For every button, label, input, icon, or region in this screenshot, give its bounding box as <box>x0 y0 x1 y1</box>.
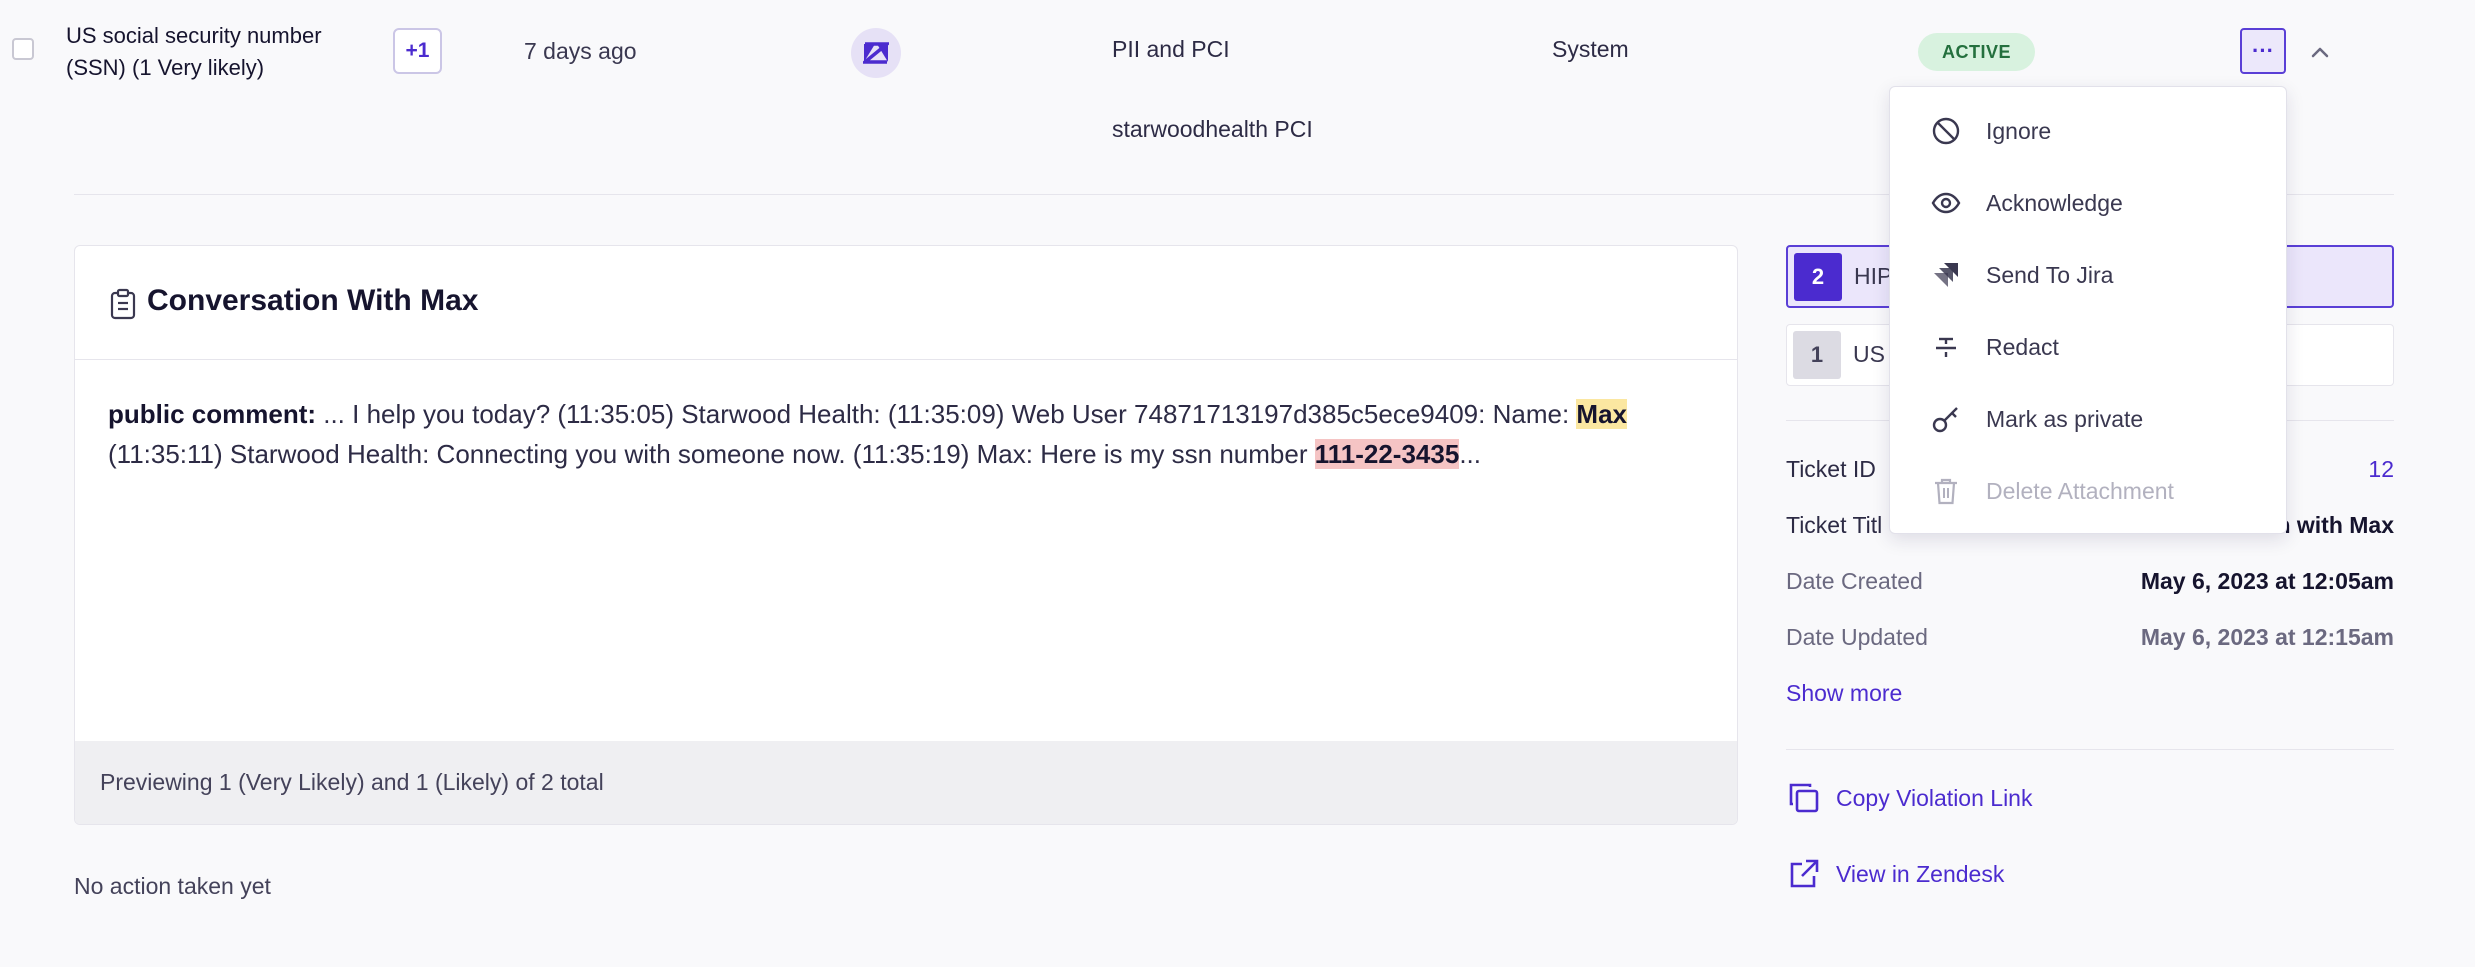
policy-type: PII and PCI <box>1112 36 1230 62</box>
menu-item-label: Ignore <box>1986 117 2052 144</box>
date-updated-value: May 6, 2023 at 12:15am <box>2140 624 2394 650</box>
copy-violation-link[interactable]: Copy Violation Link <box>1786 778 2032 818</box>
menu-item-send-to-jira[interactable]: Send To Jira <box>1890 245 2286 305</box>
copy-icon <box>1789 783 1819 813</box>
ticket-title-value: n with Max <box>2276 512 2394 538</box>
trash-icon <box>1935 478 1957 505</box>
highlighted-ssn: 111-22-3435 <box>1314 439 1460 469</box>
menu-item-ignore[interactable]: Ignore <box>1890 101 2286 161</box>
clipboard-icon <box>110 288 136 320</box>
conversation-title: Conversation With Max <box>147 284 479 317</box>
ticket-id-value[interactable]: 12 <box>2368 456 2394 483</box>
eye-icon <box>1931 192 1961 214</box>
menu-item-label: Send To Jira <box>1986 261 2114 288</box>
tab-label: US <box>1853 341 1885 367</box>
conversation-text: public comment: ... I help you today? (1… <box>108 394 1718 474</box>
copy-link-label: Copy Violation Link <box>1836 784 2033 811</box>
external-link-icon <box>1790 859 1819 888</box>
key-icon <box>1932 407 1958 433</box>
menu-item-label: Redact <box>1986 333 2059 360</box>
menu-item-label: Acknowledge <box>1986 189 2123 216</box>
ban-icon <box>1932 117 1960 145</box>
view-in-zendesk-link[interactable]: View in Zendesk <box>1786 854 2004 894</box>
no-action-text: No action taken yet <box>74 873 271 899</box>
conversation-text-part: (11:35:11) Starwood Health: Connecting y… <box>108 439 1315 469</box>
conversation-text-part: ... <box>1459 439 1481 469</box>
actions-dropdown-menu: Ignore Acknowledge Send To Jira Redact M… <box>1889 86 2287 534</box>
comment-prefix: public comment: <box>108 399 317 429</box>
violation-name[interactable]: US social security number (SSN) (1 Very … <box>66 20 366 84</box>
tab-count: 1 <box>1793 331 1841 379</box>
jira-icon <box>1934 263 1958 287</box>
show-more-link[interactable]: Show more <box>1786 680 1902 707</box>
preview-summary: Previewing 1 (Very Likely) and 1 (Likely… <box>100 769 604 795</box>
panel-divider <box>1786 749 2394 750</box>
tab-label: HIP <box>1854 263 1893 289</box>
tab-count: 2 <box>1794 253 1842 301</box>
ticket-title-label: Ticket Titl <box>1786 512 1883 538</box>
menu-item-label: Delete Attachment <box>1986 477 2174 504</box>
date-created-label: Date Created <box>1786 568 1923 594</box>
menu-item-label: Mark as private <box>1986 405 2144 432</box>
card-header: Conversation With Max <box>75 246 1737 360</box>
menu-item-delete-attachment: Delete Attachment <box>1890 461 2286 521</box>
date-created-value: May 6, 2023 at 12:05am <box>2140 568 2394 594</box>
status-badge: ACTIVE <box>1918 33 2036 71</box>
violation-source: System <box>1552 36 1629 62</box>
menu-item-redact[interactable]: Redact <box>1890 317 2286 377</box>
menu-item-acknowledge[interactable]: Acknowledge <box>1890 173 2286 233</box>
conversation-text-part: ... I help you today? (11:35:05) Starwoo… <box>316 399 1577 429</box>
preview-footer: Previewing 1 (Very Likely) and 1 (Likely… <box>75 741 1737 824</box>
strikethrough-icon <box>1936 337 1956 357</box>
policy-name: starwoodhealth PCI <box>1112 116 1313 142</box>
menu-item-mark-as-private[interactable]: Mark as private <box>1890 389 2286 449</box>
highlighted-name: Max <box>1576 399 1627 429</box>
conversation-card: Conversation With Max public comment: ..… <box>74 245 1738 825</box>
extra-violations-badge[interactable]: +1 <box>393 28 442 74</box>
more-actions-button[interactable]: ··· <box>2240 28 2286 74</box>
view-in-label: View in Zendesk <box>1836 860 2005 887</box>
date-updated-label: Date Updated <box>1786 624 1928 650</box>
time-ago: 7 days ago <box>524 38 637 64</box>
row-checkbox[interactable] <box>12 38 34 60</box>
ticket-id-label: Ticket ID <box>1786 456 1876 482</box>
zendesk-icon <box>851 28 901 78</box>
chevron-up-icon[interactable] <box>2306 38 2334 66</box>
